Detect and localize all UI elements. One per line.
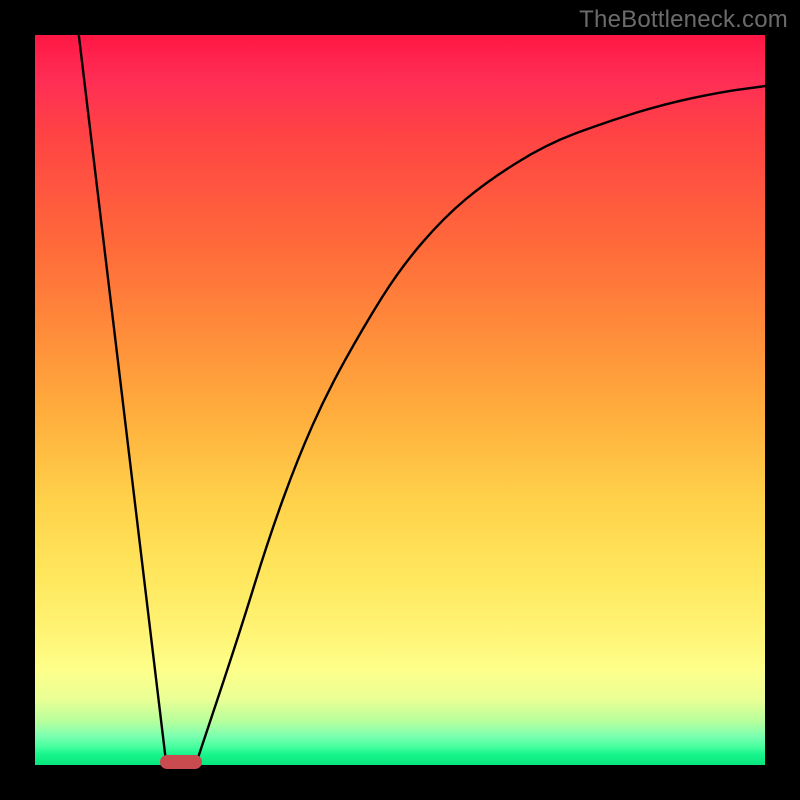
curve-layer <box>35 35 765 765</box>
plot-area <box>35 35 765 765</box>
right-leg-curve <box>196 86 765 765</box>
watermark-text: TheBottleneck.com <box>579 6 788 34</box>
bottleneck-marker <box>160 755 202 769</box>
left-leg-line <box>79 35 167 765</box>
chart-frame: TheBottleneck.com <box>0 0 800 800</box>
